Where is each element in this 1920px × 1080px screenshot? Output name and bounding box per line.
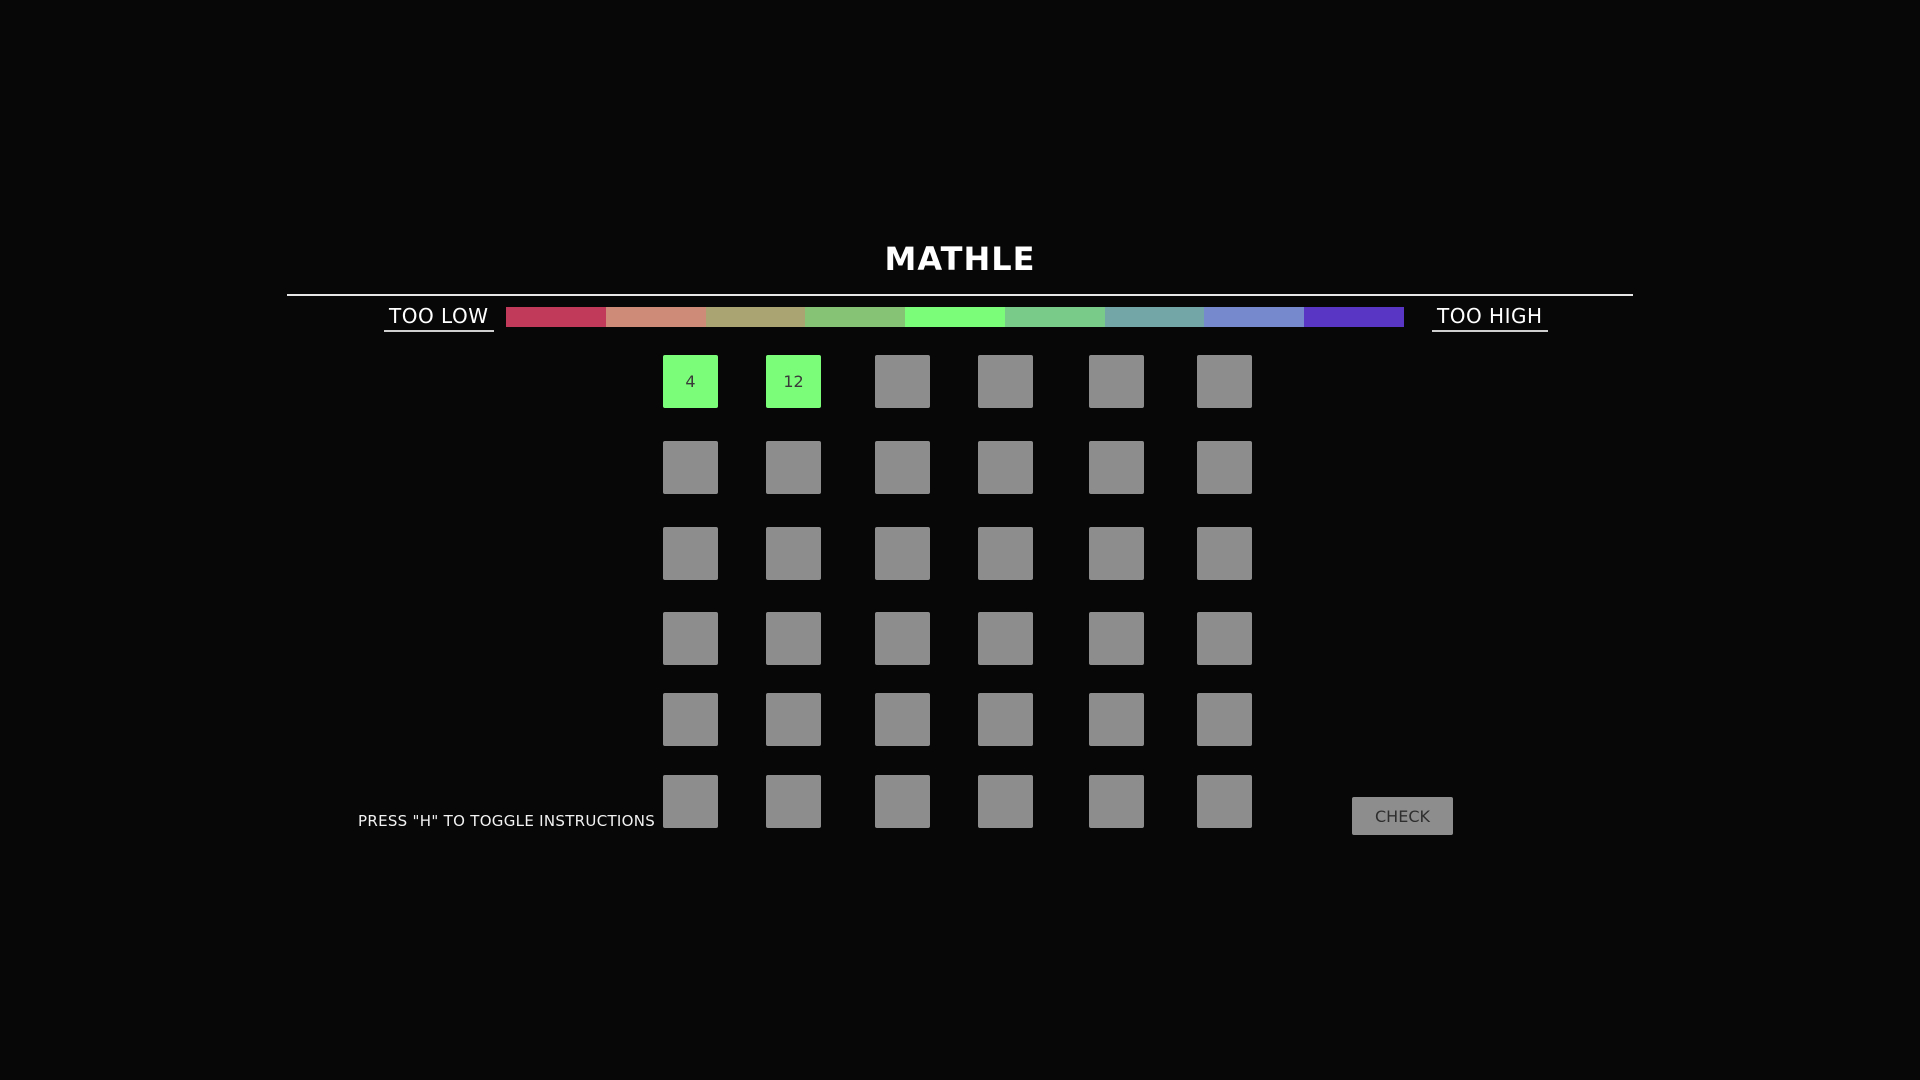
grid-cell[interactable] (875, 693, 930, 746)
grid-cell[interactable]: 4 (663, 355, 718, 408)
grid-cell[interactable] (1089, 355, 1144, 408)
color-scale-segment (1204, 307, 1305, 327)
grid-cell[interactable] (663, 441, 718, 494)
grid-cell[interactable] (978, 355, 1033, 408)
grid-cell[interactable] (1197, 355, 1252, 408)
grid-cell[interactable] (875, 612, 930, 665)
check-button[interactable]: CHECK (1352, 797, 1453, 835)
grid-cell[interactable] (766, 693, 821, 746)
grid-cell[interactable] (875, 355, 930, 408)
grid-cell[interactable] (1089, 693, 1144, 746)
color-scale-segment (705, 307, 806, 327)
grid-cell[interactable] (1197, 775, 1252, 828)
grid-cell[interactable] (1197, 441, 1252, 494)
too-high-label: TOO HIGH (1432, 304, 1548, 332)
grid-cell[interactable] (978, 612, 1033, 665)
color-scale-segment (605, 307, 706, 327)
grid-cell[interactable] (1089, 441, 1144, 494)
color-scale-segment (506, 307, 606, 327)
grid-cell[interactable] (766, 775, 821, 828)
game-screen: MATHLE TOO LOW TOO HIGH 4 12 PRESS "H" TO… (0, 0, 1920, 1080)
grid-cell[interactable] (1197, 612, 1252, 665)
grid-cell[interactable] (766, 612, 821, 665)
grid-cell[interactable] (1089, 612, 1144, 665)
color-scale-segment (1104, 307, 1205, 327)
grid-cell[interactable] (663, 612, 718, 665)
grid-cell[interactable] (663, 693, 718, 746)
grid-cell[interactable] (978, 527, 1033, 580)
grid-cell[interactable] (663, 527, 718, 580)
grid-cell[interactable] (1197, 527, 1252, 580)
grid-cell[interactable]: 12 (766, 355, 821, 408)
grid-cell[interactable] (1089, 527, 1144, 580)
grid-cell[interactable] (875, 441, 930, 494)
feedback-color-scale (506, 307, 1405, 327)
instructions-hint: PRESS "H" TO TOGGLE INSTRUCTIONS (358, 812, 656, 830)
title-divider (287, 294, 1633, 296)
color-scale-segment (805, 307, 906, 327)
grid-cell[interactable] (1089, 775, 1144, 828)
grid-cell[interactable] (766, 441, 821, 494)
grid-cell[interactable] (978, 693, 1033, 746)
color-scale-segment (905, 307, 1005, 327)
too-low-label: TOO LOW (384, 304, 494, 332)
grid-cell[interactable] (1197, 693, 1252, 746)
grid-cell[interactable] (766, 527, 821, 580)
grid-cell[interactable] (875, 775, 930, 828)
grid-cell[interactable] (978, 775, 1033, 828)
color-scale-segment (1304, 307, 1405, 327)
grid-cell[interactable] (978, 441, 1033, 494)
color-scale-segment (1004, 307, 1105, 327)
grid-cell[interactable] (663, 775, 718, 828)
grid-cell[interactable] (875, 527, 930, 580)
game-title: MATHLE (884, 240, 1036, 278)
